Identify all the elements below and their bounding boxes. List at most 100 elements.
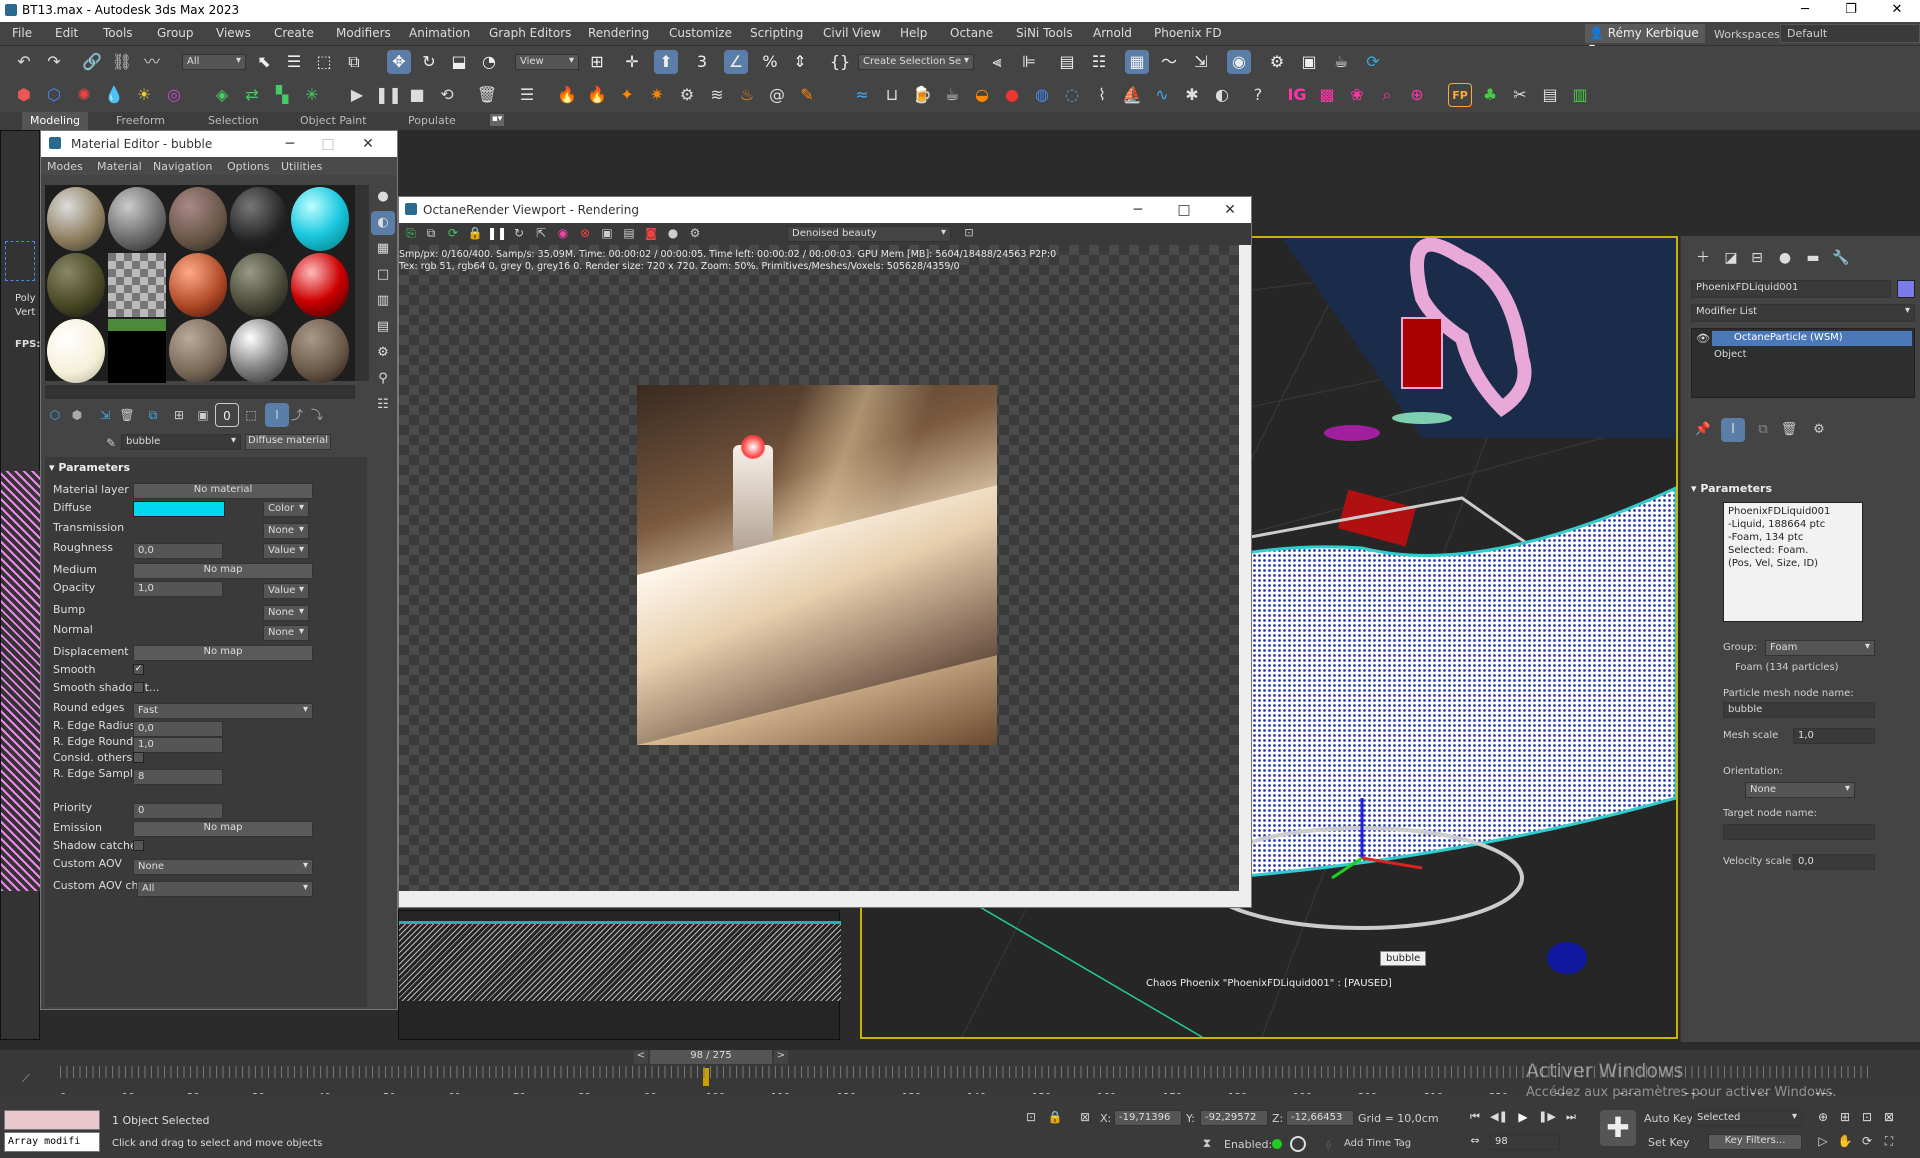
time-slider[interactable]: 98 / 275: [650, 1050, 772, 1064]
octane-box-icon[interactable]: ⬡: [42, 83, 66, 107]
material-navigator-icon[interactable]: ☷: [371, 393, 395, 417]
slots-scrollbar[interactable]: [355, 185, 369, 381]
menu-options[interactable]: Options: [227, 160, 269, 173]
sample-type-icon[interactable]: ●: [371, 185, 395, 209]
menu-edit[interactable]: Edit: [55, 26, 78, 40]
spinner-snap-icon[interactable]: ⇕: [788, 50, 812, 74]
menu-help[interactable]: Help: [900, 26, 927, 40]
phoenix-boat-icon[interactable]: ⛵: [1120, 83, 1144, 107]
move-icon[interactable]: ✥: [387, 50, 411, 74]
select-object-icon[interactable]: ⬉: [252, 50, 276, 74]
phoenix-wave-icon[interactable]: ◌: [1060, 83, 1084, 107]
ribbon-options-icon[interactable]: ▪▾: [490, 114, 504, 126]
trash-icon[interactable]: 🗑: [475, 83, 499, 107]
selection-lock-icon[interactable]: 🔒: [1046, 1108, 1064, 1126]
create-tab-icon[interactable]: ＋: [1691, 246, 1715, 270]
show-map-icon[interactable]: ⬚: [239, 403, 263, 427]
snap-toggle-icon[interactable]: 3: [690, 50, 714, 74]
octane-pause-icon[interactable]: ❚❚: [487, 223, 507, 243]
enabled-indicator[interactable]: [1272, 1139, 1282, 1149]
menu-customize[interactable]: Customize: [669, 26, 732, 40]
hierarchy-tab-icon[interactable]: ⊟: [1745, 246, 1769, 270]
put-to-library-icon[interactable]: ▣: [191, 403, 215, 427]
sample-slot[interactable]: [47, 253, 105, 317]
opacity-mode-dropdown[interactable]: Value: [263, 583, 309, 599]
edge-samples-spinner[interactable]: 8: [133, 769, 223, 785]
mesh-node-field[interactable]: bubble: [1723, 702, 1875, 718]
smooth-checkbox[interactable]: ✓: [133, 664, 144, 675]
undo-icon[interactable]: ↶: [12, 50, 36, 74]
medium-button[interactable]: No map: [133, 563, 313, 579]
redo-icon[interactable]: ↷: [42, 50, 66, 74]
time-tag-icon[interactable]: [1290, 1136, 1306, 1152]
panel-icon[interactable]: ▥: [1568, 83, 1592, 107]
render-canvas[interactable]: Smp/px: 0/160/400. Samp/s: 35,09M. Time:…: [399, 245, 1239, 891]
octane-grid-icon[interactable]: ▚: [270, 83, 294, 107]
diffuse-mode-dropdown[interactable]: Color: [263, 501, 309, 517]
material-type-button[interactable]: Diffuse material: [245, 434, 331, 450]
phoenix-wind-icon[interactable]: ≋: [705, 83, 729, 107]
backlight-icon[interactable]: ◐: [371, 211, 395, 235]
octane-expand-icon[interactable]: ⊡: [959, 223, 979, 243]
rect-selection-icon[interactable]: ⬚: [312, 50, 336, 74]
sample-slot[interactable]: [108, 253, 166, 317]
tab-selection[interactable]: Selection: [208, 114, 259, 127]
scale-icon[interactable]: ⬓: [447, 50, 471, 74]
menu-create[interactable]: Create: [274, 26, 314, 40]
rendered-frame-icon[interactable]: ▣: [1297, 50, 1321, 74]
next-key-icon[interactable]: ❚▶: [1538, 1108, 1556, 1126]
pivot-icon[interactable]: ⊞: [585, 50, 609, 74]
render-vscrollbar[interactable]: [1239, 245, 1251, 891]
rotate-icon[interactable]: ↻: [417, 50, 441, 74]
make-preview-icon[interactable]: ▤: [371, 315, 395, 339]
list-icon[interactable]: ☰: [515, 83, 539, 107]
octane-film-icon[interactable]: ▣: [597, 223, 617, 243]
go-forward-icon[interactable]: ⤵: [305, 403, 329, 427]
prev-frame-icon[interactable]: <: [634, 1050, 648, 1064]
tab-freeform[interactable]: Freeform: [116, 114, 165, 127]
sample-slot-active[interactable]: [291, 187, 349, 251]
material-name-field[interactable]: bubble: [121, 434, 241, 450]
maxscript-input[interactable]: Array modifi: [4, 1132, 100, 1152]
close-icon[interactable]: ✕: [1207, 197, 1253, 223]
phoenix-fire2-icon[interactable]: 🔥: [585, 83, 609, 107]
align-icon[interactable]: ⊫: [1017, 50, 1041, 74]
reference-coord-dropdown[interactable]: View: [515, 54, 579, 70]
parameters-rollout[interactable]: ▾ Parameters: [49, 461, 130, 474]
close-icon[interactable]: ✕: [345, 131, 391, 157]
display-tab-icon[interactable]: ▬: [1801, 246, 1825, 270]
sample-slot[interactable]: [169, 253, 227, 317]
ig-icon[interactable]: IG: [1285, 83, 1309, 107]
octane-arrows-icon[interactable]: ⇄: [240, 83, 264, 107]
menu-phoenix-fd[interactable]: Phoenix FD: [1154, 26, 1222, 40]
octane-restart-icon[interactable]: ⟳: [443, 223, 463, 243]
menu-tools[interactable]: Tools: [103, 26, 133, 40]
modifier-list-dropdown[interactable]: Modifier List: [1691, 304, 1915, 322]
current-frame-field[interactable]: 98: [1490, 1134, 1560, 1150]
menu-scripting[interactable]: Scripting: [750, 26, 803, 40]
sample-slot[interactable]: [230, 319, 288, 383]
key-selection-dropdown[interactable]: Selected: [1692, 1110, 1802, 1126]
octane-sun-icon[interactable]: ☀: [132, 83, 156, 107]
link-icon[interactable]: 🔗: [80, 50, 104, 74]
key-mode-icon[interactable]: ⇔: [1466, 1132, 1484, 1150]
octane-cube-icon[interactable]: ⬢: [12, 83, 36, 107]
next-frame-icon[interactable]: >: [774, 1050, 788, 1064]
object-name-field[interactable]: PhoenixFDLiquid001: [1691, 280, 1891, 298]
menu-arnold[interactable]: Arnold: [1093, 26, 1132, 40]
stack-item-object[interactable]: Object: [1714, 349, 1747, 360]
schematic-view-icon[interactable]: ⇲: [1189, 50, 1213, 74]
sample-slot[interactable]: [169, 187, 227, 251]
diffuse-color-swatch[interactable]: [133, 501, 225, 517]
grid-pink-icon[interactable]: ▩: [1315, 83, 1339, 107]
material-id-icon[interactable]: 0: [215, 403, 239, 427]
get-material-icon[interactable]: ⬡: [43, 403, 67, 427]
phoenix-blue-icon[interactable]: ◍: [1030, 83, 1054, 107]
phoenix-bowl-icon[interactable]: ◒: [970, 83, 994, 107]
phoenix-glass-icon[interactable]: ⊔: [880, 83, 904, 107]
add-time-tag[interactable]: Add Time Tag: [1344, 1138, 1411, 1149]
set-key-icon[interactable]: ✚: [1600, 1110, 1636, 1146]
unlink-icon[interactable]: ⛓: [110, 50, 134, 74]
target-node-field[interactable]: [1723, 824, 1875, 840]
fov-icon[interactable]: ▷: [1814, 1132, 1832, 1150]
